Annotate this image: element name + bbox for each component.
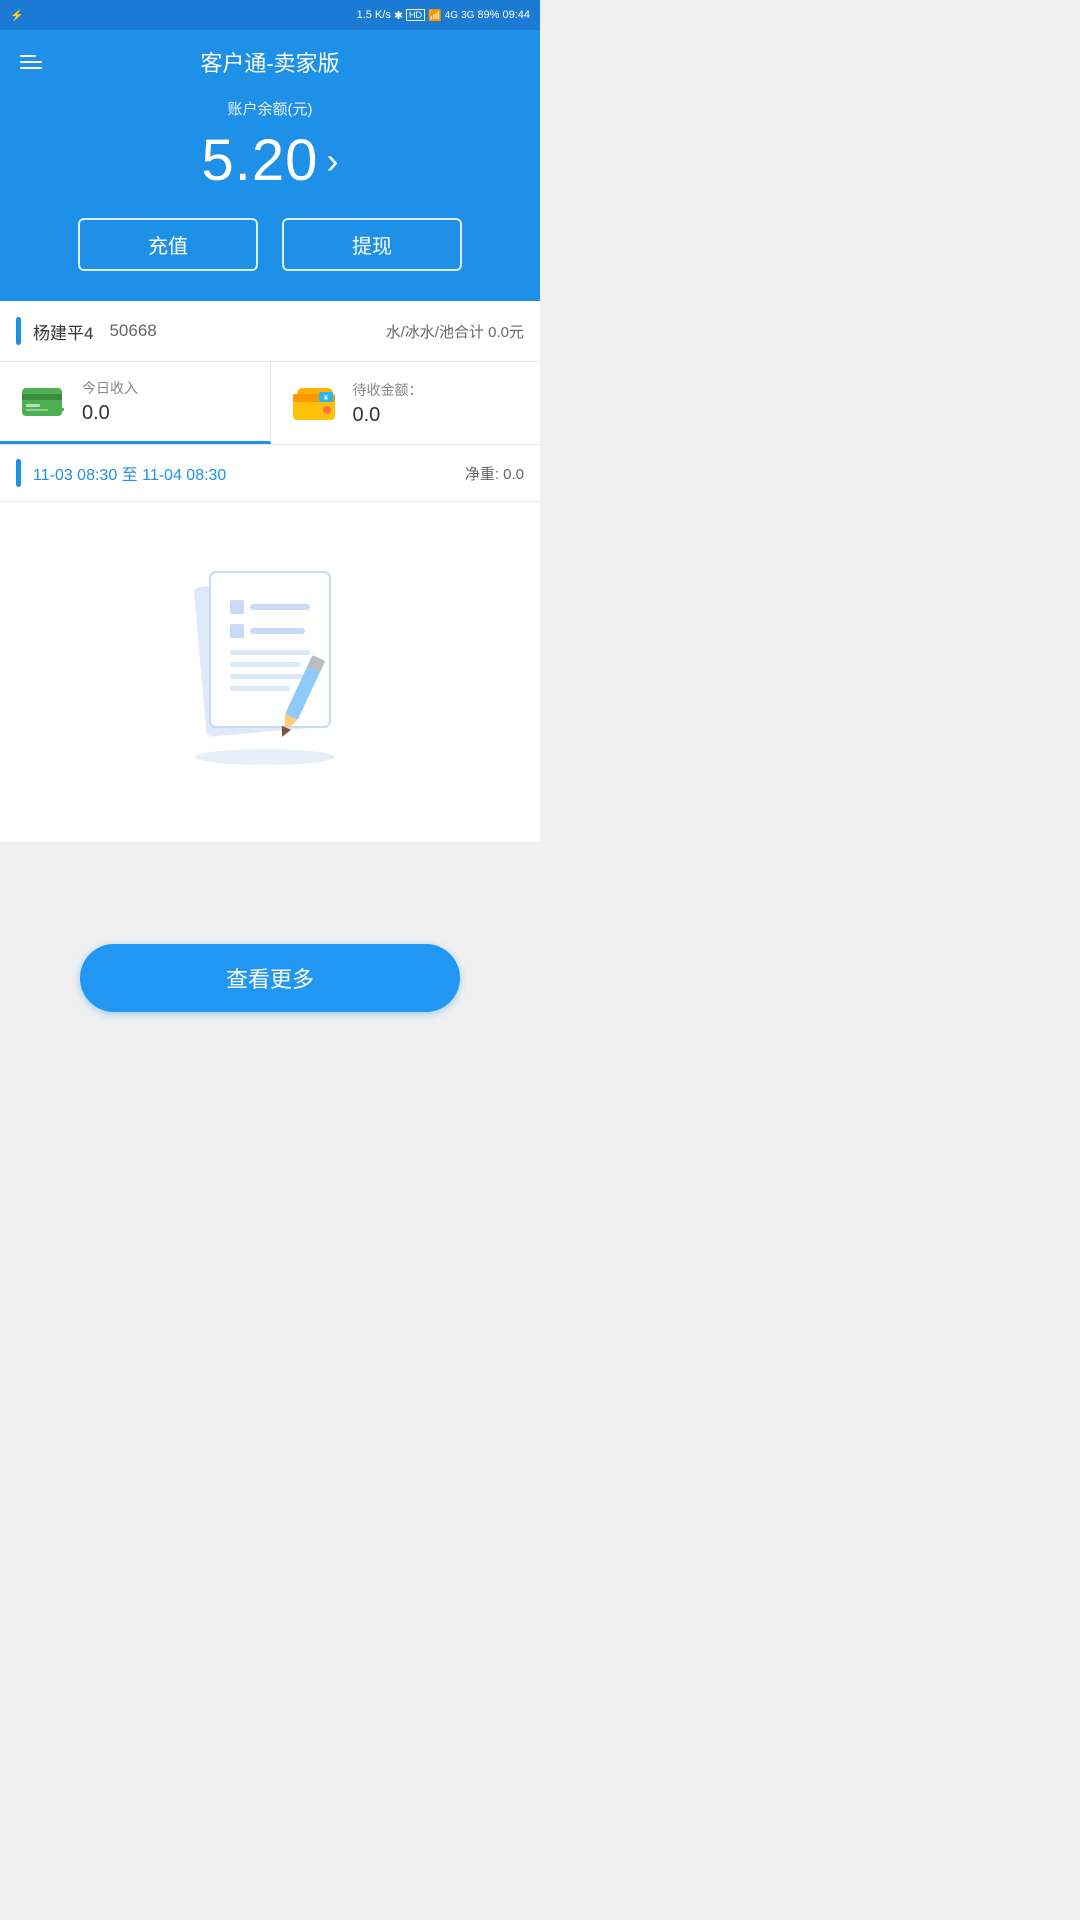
account-balance-info: 水/冰水/池合计 0.0元 bbox=[386, 321, 524, 342]
account-name: 杨建平4 bbox=[33, 319, 93, 344]
status-bar-right: 1.5 K/s ✱ HD 📶 4G 3G 89% 09:44 bbox=[357, 9, 530, 22]
today-income-label: 今日收入 bbox=[82, 378, 138, 398]
bottom-section: 查看更多 bbox=[0, 842, 540, 1042]
account-id: 50668 bbox=[109, 321, 156, 341]
status-bar-left: ⚡ bbox=[10, 9, 24, 22]
date-indicator bbox=[16, 459, 21, 487]
action-buttons: 充值 提现 bbox=[20, 218, 520, 271]
speed-indicator: 1.5 K/s bbox=[357, 9, 391, 21]
recharge-button[interactable]: 充值 bbox=[78, 218, 258, 271]
stats-row: 今日收入 0.0 ¥ 待收金额： 0.0 bbox=[0, 362, 540, 445]
pending-text: 待收金额： 0.0 bbox=[353, 380, 423, 427]
account-row: 杨建平4 50668 水/冰水/池合计 0.0元 bbox=[0, 301, 540, 362]
net-weight-text: 净重: 0.0 bbox=[465, 463, 524, 484]
header: 客户通-卖家版 账户余额(元) 5.20 › 充值 提现 bbox=[0, 30, 540, 301]
signal-4g-icon: 4G bbox=[445, 10, 458, 21]
date-range-text: 11-03 08:30 至 11-04 08:30 bbox=[33, 461, 226, 485]
empty-state bbox=[0, 502, 540, 842]
svg-text:¥: ¥ bbox=[324, 395, 328, 402]
battery-indicator: 89% bbox=[477, 9, 499, 21]
balance-label: 账户余额(元) bbox=[20, 98, 520, 119]
pending-value: 0.0 bbox=[353, 404, 423, 427]
header-nav: 客户通-卖家版 bbox=[20, 46, 520, 78]
pending-wallet-icon: ¥ bbox=[291, 384, 339, 422]
pending-label: 待收金额： bbox=[353, 380, 423, 400]
signal-3g-icon: 3G bbox=[461, 10, 474, 21]
balance-chevron-icon: › bbox=[326, 140, 338, 182]
balance-section: 账户余额(元) 5.20 › 充值 提现 bbox=[20, 98, 520, 271]
income-card-icon bbox=[20, 384, 68, 420]
bluetooth-icon: ✱ bbox=[394, 9, 403, 22]
date-row: 11-03 08:30 至 11-04 08:30 净重: 0.0 bbox=[0, 445, 540, 502]
withdraw-button[interactable]: 提现 bbox=[282, 218, 462, 271]
usb-icon: ⚡ bbox=[10, 9, 24, 22]
view-more-button[interactable]: 查看更多 bbox=[80, 944, 460, 1012]
today-income-item[interactable]: 今日收入 0.0 bbox=[0, 362, 271, 444]
time-display: 09:44 bbox=[502, 9, 530, 21]
balance-number: 5.20 bbox=[202, 127, 319, 194]
hd-icon: HD bbox=[406, 9, 425, 21]
today-income-text: 今日收入 0.0 bbox=[82, 378, 138, 425]
account-indicator bbox=[16, 317, 21, 345]
today-income-value: 0.0 bbox=[82, 402, 138, 425]
wifi-icon: 📶 bbox=[428, 9, 442, 22]
balance-amount-row[interactable]: 5.20 › bbox=[20, 127, 520, 194]
document-illustration bbox=[150, 542, 390, 782]
menu-button[interactable] bbox=[20, 55, 42, 69]
status-bar: ⚡ 1.5 K/s ✱ HD 📶 4G 3G 89% 09:44 bbox=[0, 0, 540, 30]
pending-item[interactable]: ¥ 待收金额： 0.0 bbox=[271, 362, 541, 444]
app-title: 客户通-卖家版 bbox=[42, 46, 498, 78]
content: 杨建平4 50668 水/冰水/池合计 0.0元 今日收入 0.0 bbox=[0, 301, 540, 842]
